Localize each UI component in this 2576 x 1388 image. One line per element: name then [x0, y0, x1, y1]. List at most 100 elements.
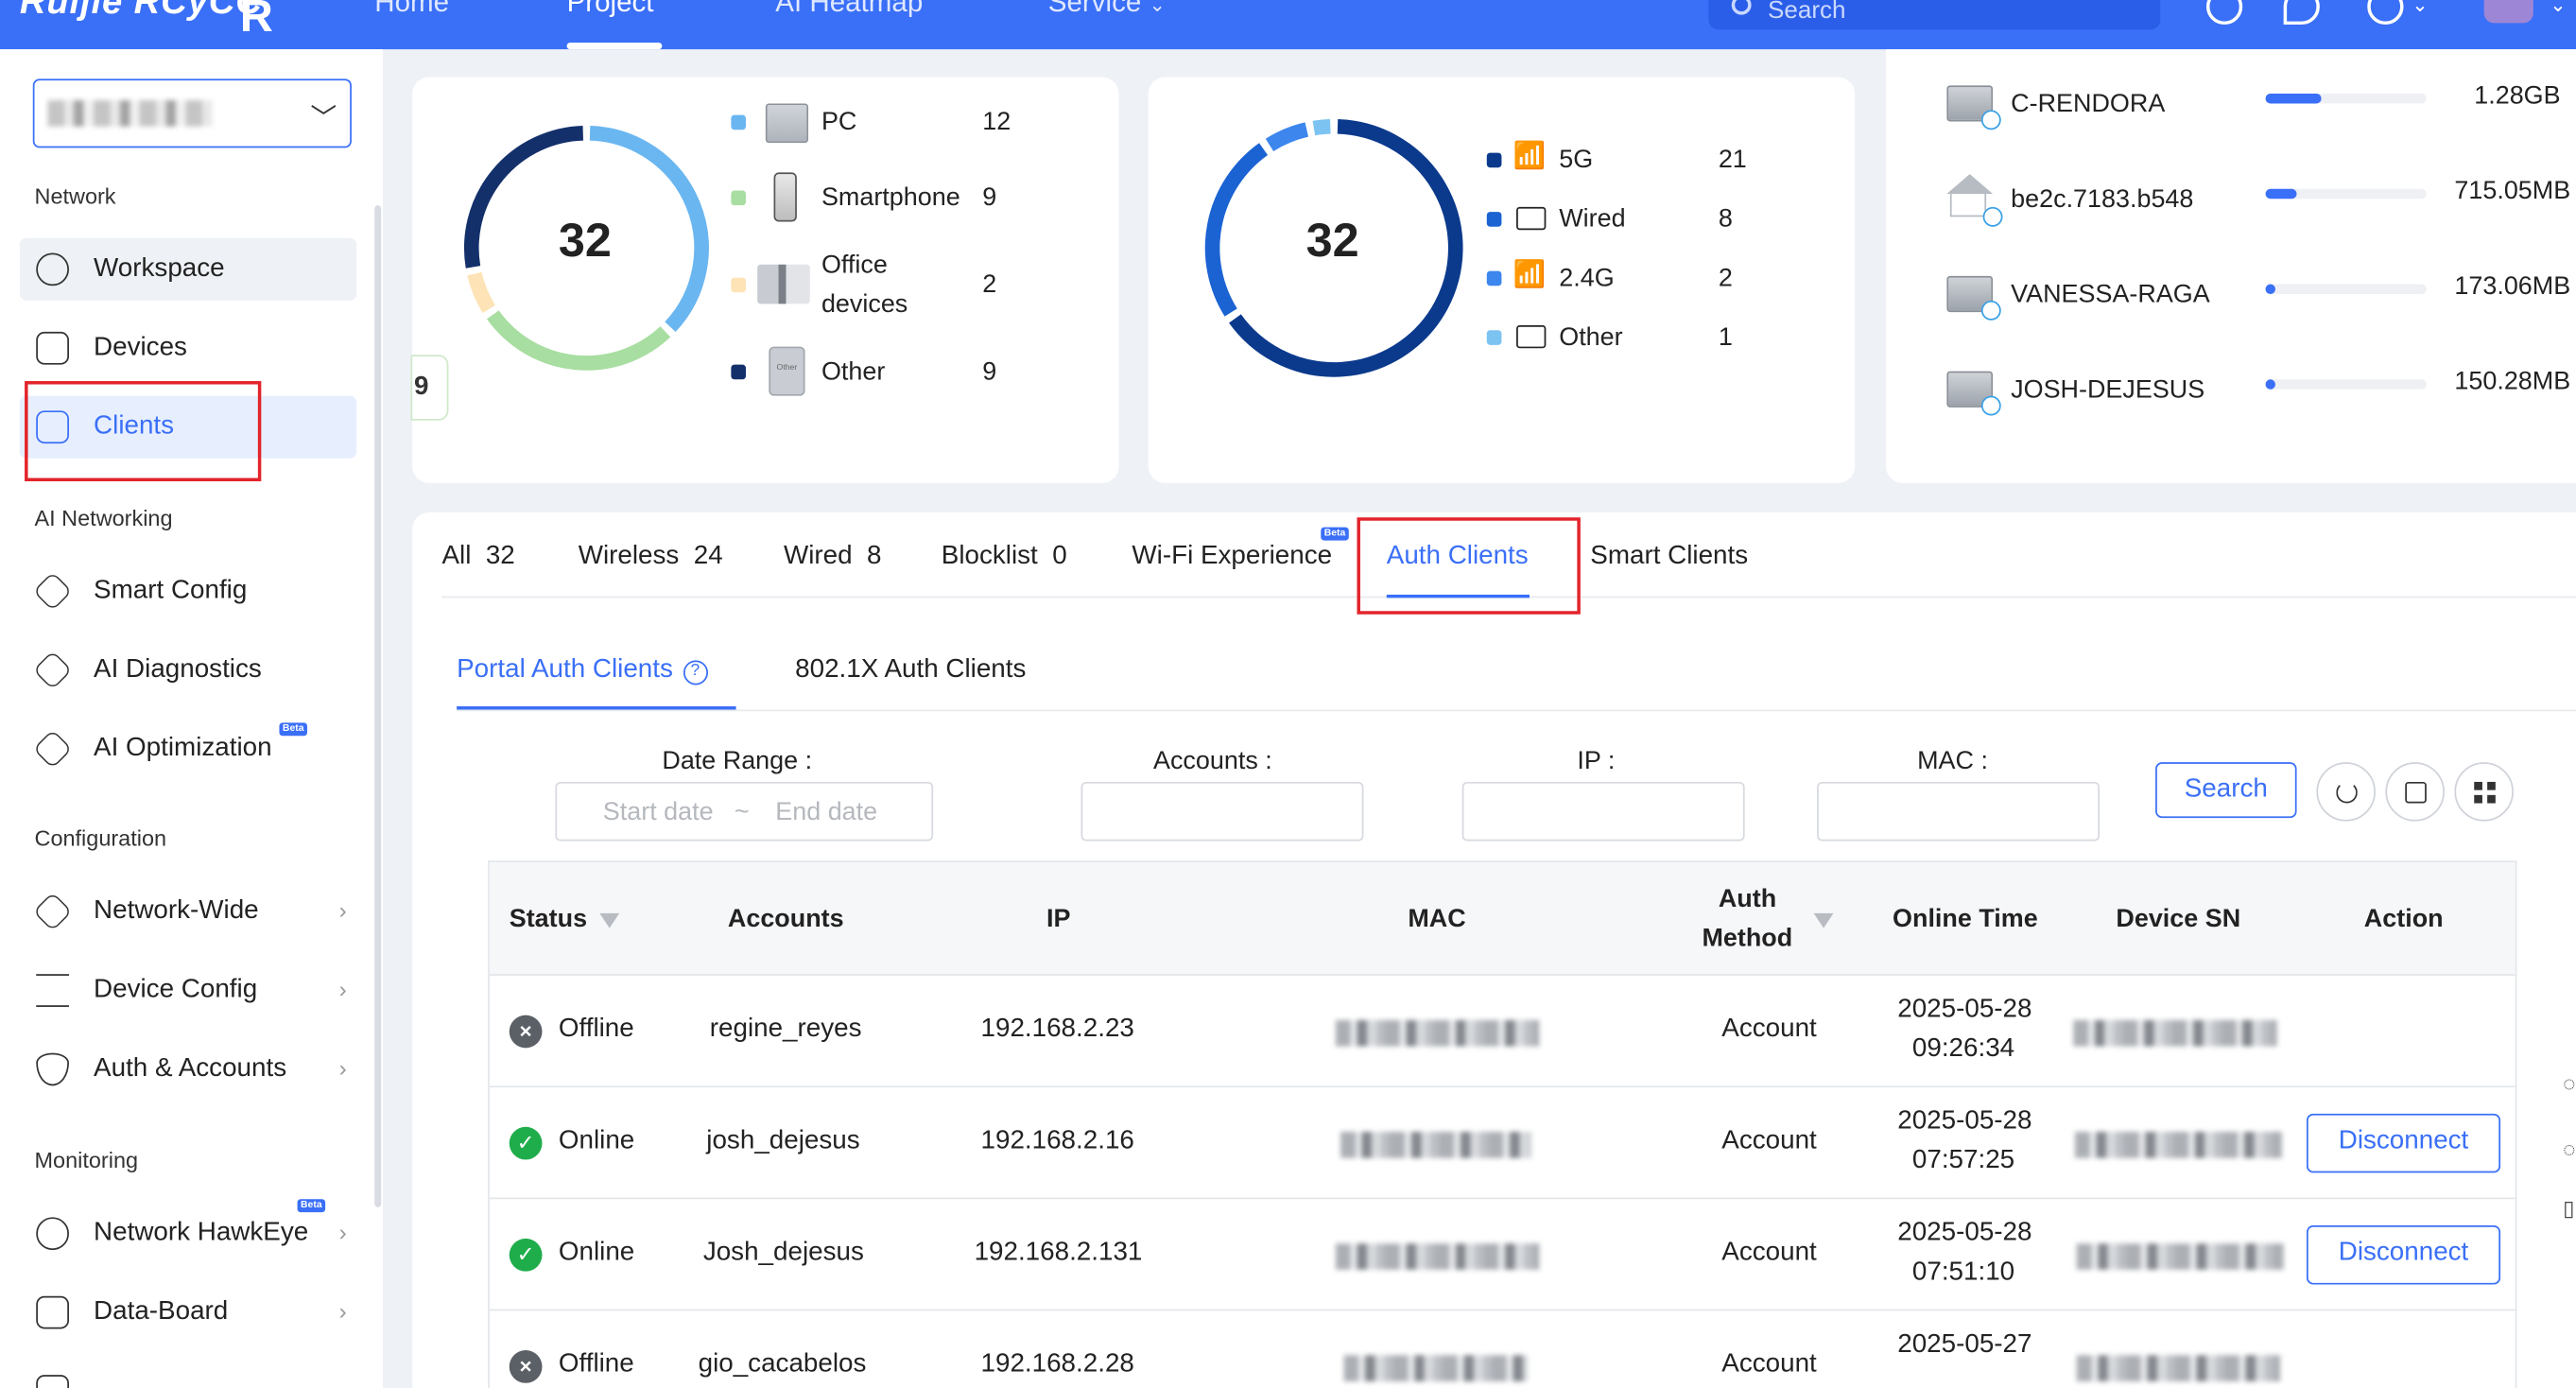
nav-project[interactable]: Project: [567, 0, 654, 20]
nav-active-indicator: [566, 43, 663, 50]
collapsed-panel-badge[interactable]: 9: [410, 355, 449, 421]
filter-icon[interactable]: [599, 912, 620, 928]
sidebar-item-logs[interactable]: [20, 1360, 356, 1388]
subtab-8021x-auth[interactable]: 802.1X Auth Clients: [795, 655, 1026, 685]
floating-chat-icon[interactable]: ◌: [2563, 1071, 2576, 1096]
mac-cell-redacted: [1340, 1131, 1531, 1158]
device-sn-cell-redacted: [2076, 1355, 2281, 1382]
highlight-box-auth-clients: [1357, 517, 1581, 615]
floating-help-icon[interactable]: ◌: [2563, 1136, 2576, 1161]
end-date-placeholder: End date: [775, 798, 878, 826]
sidebar-item-ai-optimization[interactable]: AI Optimization Beta: [20, 718, 356, 780]
sidebar-item-smart-config[interactable]: Smart Config: [20, 560, 356, 622]
chevron-down-icon[interactable]: ⌄: [2550, 0, 2566, 16]
online-time-cell: 07:57:25: [1911, 1146, 2015, 1175]
ip-input[interactable]: [1461, 781, 1745, 841]
sidebar-scrollbar[interactable]: [374, 205, 382, 1207]
mac-input[interactable]: [1817, 781, 2101, 841]
sidebar-item-label: Network HawkEye: [94, 1219, 309, 1247]
sidebar-item-devices[interactable]: Devices: [20, 317, 356, 379]
sidebar-item-auth-accounts[interactable]: Auth & Accounts ›: [20, 1038, 356, 1101]
auth-method-cell: Account: [1721, 1350, 1817, 1379]
section-ai-networking: AI Networking: [34, 506, 173, 531]
traffic-bar: [2265, 94, 2323, 104]
nav-service[interactable]: Service ⌄: [1048, 0, 1166, 20]
legend-value-5g: 21: [1718, 146, 1747, 175]
logs-icon: [36, 1375, 69, 1388]
search-button[interactable]: Search: [2155, 762, 2297, 819]
offline-status-icon: ×: [509, 1015, 543, 1049]
chevron-down-icon[interactable]: ⌄: [2412, 0, 2428, 16]
chat-icon[interactable]: [2283, 0, 2320, 26]
refresh-icon: [2336, 781, 2358, 804]
tab-label: Wired: [783, 542, 853, 570]
mac-label: MAC :: [1917, 747, 1988, 775]
top-traffic-card: C-RENDORA 1.28GB be2c.7183.b548 715.05MB…: [1886, 49, 2576, 483]
site-selector[interactable]: ﹀: [32, 78, 352, 148]
disconnect-button[interactable]: Disconnect: [2306, 1225, 2501, 1285]
ip-cell: 192.168.2.131: [974, 1238, 1143, 1267]
filter-icon[interactable]: [1813, 912, 1834, 928]
top-client-name[interactable]: VANESSA-RAGA: [2011, 281, 2210, 310]
mac-cell-redacted: [1343, 1355, 1529, 1382]
sidebar-item-network-wide[interactable]: Network-Wide ›: [20, 880, 356, 943]
accounts-text: Accounts: [1152, 747, 1258, 775]
sidebar-item-workspace[interactable]: Workspace: [19, 237, 357, 301]
help-icon[interactable]: ?: [683, 660, 708, 685]
start-date-placeholder: Start date: [602, 798, 714, 826]
globe-icon[interactable]: [2367, 0, 2404, 26]
brand-logo[interactable]: Ruijie RCyCC: [20, 0, 263, 23]
sidebar-item-label: Device Config: [94, 975, 258, 1004]
top-client-name[interactable]: be2c.7183.b548: [2011, 185, 2193, 215]
avatar[interactable]: LOGO: [2483, 0, 2533, 24]
disconnect-button[interactable]: Disconnect: [2306, 1113, 2501, 1173]
sidebar-item-ai-diagnostics[interactable]: AI Diagnostics: [20, 639, 356, 702]
subtab-portal-auth[interactable]: Portal Auth Clients?: [457, 655, 708, 685]
traffic-bar-track: [2265, 284, 2427, 294]
columns-button[interactable]: [2454, 762, 2514, 822]
sidebar-item-label: Data-Board: [94, 1297, 229, 1326]
legend-dot-office: [731, 277, 746, 293]
top-client-name[interactable]: C-RENDORA: [2011, 91, 2165, 120]
column-header-auth: Auth: [1718, 885, 1777, 913]
sidebar-item-data-board[interactable]: Data-Board ›: [20, 1281, 356, 1344]
tab-label: Wi-Fi Experience: [1132, 542, 1333, 570]
date-range-picker[interactable]: Start date ~ End date: [555, 781, 934, 841]
account-cell: josh_dejesus: [706, 1126, 860, 1155]
top-client-name[interactable]: JOSH-DEJESUS: [2011, 376, 2204, 406]
nav-ai-heatmap[interactable]: AI Heatmap: [775, 0, 923, 20]
nav-service-label: Service: [1047, 0, 1142, 19]
tab-wifi-experience[interactable]: Wi-Fi Experience Beta: [1132, 527, 1349, 571]
tab-smart-clients[interactable]: Smart Clients: [1590, 542, 1748, 571]
shield-icon: [36, 1052, 69, 1086]
wifi-optimize-icon: [32, 729, 73, 770]
sidebar-item-label: Network-Wide: [94, 896, 259, 926]
tab-label: Wireless: [578, 542, 680, 570]
column-header-status[interactable]: Status: [510, 905, 620, 934]
accounts-input[interactable]: [1081, 781, 1364, 841]
ip-cell: 192.168.2.16: [980, 1126, 1134, 1155]
sidebar-item-device-config[interactable]: Device Config ›: [20, 960, 356, 1022]
column-header-mac: MAC: [1408, 905, 1466, 933]
export-button[interactable]: [2385, 762, 2445, 822]
tab-wireless[interactable]: Wireless 24: [579, 542, 723, 571]
auth-clients-table: Status Accounts IP MAC Auth Method Onlin…: [488, 860, 2517, 1388]
online-date-cell: 2025-05-28: [1897, 1219, 2032, 1247]
legend-dot-pc: [731, 114, 746, 130]
network-wide-icon: [32, 892, 73, 932]
column-header-online-time: Online Time: [1893, 905, 2038, 933]
tab-blocklist[interactable]: Blocklist 0: [942, 542, 1067, 571]
legend-dot-other: [1486, 330, 1502, 345]
date-range-label: Date Range :: [662, 747, 813, 775]
global-search-input[interactable]: Search: [1708, 0, 2161, 30]
tab-all[interactable]: All 32: [441, 542, 514, 571]
floating-doc-icon[interactable]: ▯: [2563, 1196, 2576, 1223]
nav-home[interactable]: Home: [374, 0, 449, 20]
refresh-button[interactable]: [2316, 762, 2376, 822]
date-separator: ~: [734, 798, 750, 826]
sidebar-item-network-hawkeye[interactable]: Network HawkEye Beta ›: [20, 1199, 356, 1265]
tab-wired[interactable]: Wired 8: [784, 542, 882, 571]
section-network: Network: [34, 183, 116, 209]
add-circle-icon[interactable]: [2205, 0, 2243, 26]
tab-label: All: [441, 542, 472, 570]
